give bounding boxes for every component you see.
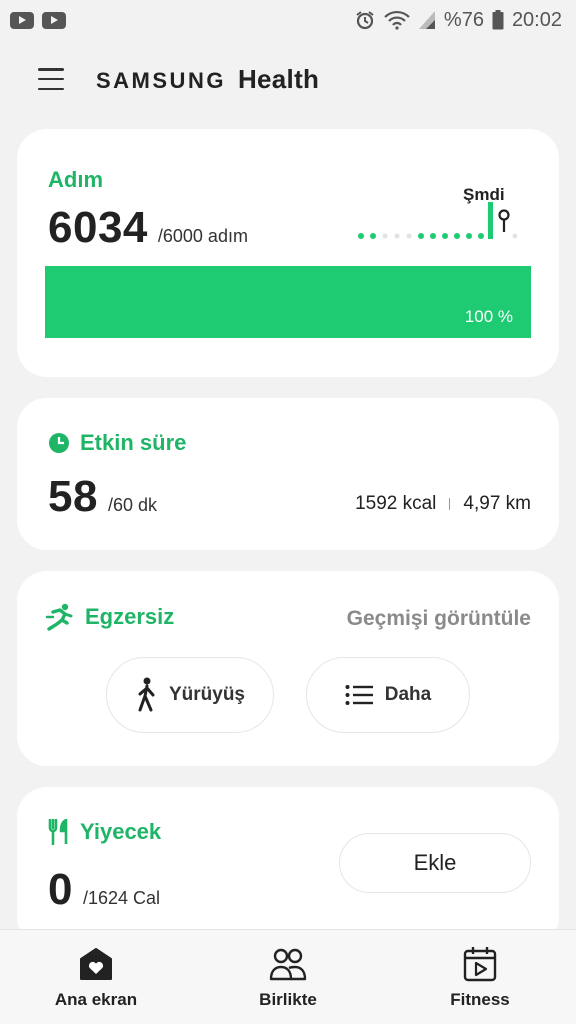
walking-label: Yürüyüş bbox=[168, 684, 246, 705]
wifi-icon bbox=[384, 10, 410, 30]
nav-together[interactable]: Birlikte bbox=[192, 930, 384, 1024]
food-value: 0 bbox=[48, 865, 73, 914]
list-icon bbox=[345, 685, 373, 705]
brand-health: Health bbox=[237, 63, 320, 94]
food-row: 0 /1624 Cal bbox=[48, 865, 160, 915]
hamburger-menu-icon[interactable] bbox=[38, 68, 64, 90]
nav-home-label: Ana ekran bbox=[54, 990, 138, 1009]
more-button[interactable]: Daha bbox=[306, 657, 470, 733]
battery-text: %76 bbox=[443, 8, 484, 31]
youtube-icon bbox=[42, 11, 66, 29]
nav-fitness[interactable]: Fitness bbox=[384, 930, 576, 1024]
steps-progress-bar: 100 % bbox=[45, 266, 531, 338]
walking-person-icon bbox=[138, 677, 155, 712]
battery-icon bbox=[492, 10, 504, 30]
steps-progress-fill bbox=[45, 266, 531, 338]
nav-fitness-label: Fitness bbox=[450, 990, 510, 1009]
active-time-card[interactable]: Etkin süre 58 /60 dk 1592 kcal 4,97 km bbox=[17, 398, 559, 550]
alarm-icon bbox=[356, 11, 374, 30]
home-heart-icon bbox=[76, 944, 116, 984]
steps-card[interactable]: Adım 6034 /6000 adım Şmdi 100 % bbox=[17, 129, 559, 377]
brand-samsung: SAMSUNG bbox=[96, 67, 226, 93]
youtube-icon bbox=[10, 11, 34, 29]
calendar-play-icon bbox=[460, 944, 500, 984]
exercise-title: Egzersiz bbox=[85, 604, 175, 629]
add-food-button[interactable]: Ekle bbox=[339, 833, 531, 893]
more-label: Daha bbox=[384, 684, 432, 705]
signal-icon bbox=[418, 11, 435, 29]
status-right: %76 20:02 bbox=[354, 9, 562, 32]
running-icon bbox=[45, 603, 73, 631]
active-time-row: 58 /60 dk bbox=[48, 472, 157, 522]
steps-progress-label: 100 % bbox=[464, 307, 513, 326]
bottom-navigation: Ana ekran Birlikte Fitness bbox=[0, 929, 576, 1024]
app-header: SAMSUNG Health bbox=[0, 40, 576, 118]
food-title: Yiyecek bbox=[80, 819, 162, 844]
food-goal: /1624 Cal bbox=[82, 888, 161, 908]
exercise-card: Egzersiz Geçmişi görüntüle Yürüyüş Daha bbox=[17, 571, 559, 766]
distance-value: 4,97 km bbox=[463, 493, 531, 514]
people-icon bbox=[268, 944, 308, 984]
app-logo: SAMSUNG Health bbox=[96, 64, 319, 95]
clock-time: 20:02 bbox=[511, 8, 562, 31]
steps-goal: /6000 adım bbox=[157, 226, 248, 246]
active-stats: 1592 kcal 4,97 km bbox=[355, 493, 531, 515]
steps-title: Adım bbox=[48, 167, 103, 192]
status-left bbox=[10, 11, 66, 29]
food-card[interactable]: Yiyecek 0 /1624 Cal Ekle bbox=[17, 787, 559, 947]
active-time-title-row: Etkin süre bbox=[48, 430, 186, 456]
clock-icon bbox=[49, 433, 69, 453]
steps-count-row: 6034 /6000 adım bbox=[48, 203, 248, 253]
active-time-goal: /60 dk bbox=[107, 495, 157, 515]
stat-divider bbox=[449, 498, 451, 510]
steps-value: 6034 bbox=[48, 203, 148, 252]
exercise-title-row: Egzersiz bbox=[45, 603, 174, 631]
active-time-title: Etkin süre bbox=[80, 430, 187, 455]
food-title-row: Yiyecek bbox=[48, 819, 161, 845]
active-time-value: 58 bbox=[48, 472, 98, 521]
nav-together-label: Birlikte bbox=[259, 990, 317, 1009]
nav-home[interactable]: Ana ekran bbox=[0, 930, 192, 1024]
status-bar: %76 20:02 bbox=[0, 0, 576, 40]
view-history-link[interactable]: Geçmişi görüntüle bbox=[347, 607, 531, 631]
calories-value: 1592 kcal bbox=[355, 493, 437, 514]
fork-knife-icon bbox=[48, 819, 68, 845]
walking-button[interactable]: Yürüyüş bbox=[106, 657, 274, 733]
steps-hourly-chart bbox=[358, 202, 517, 239]
